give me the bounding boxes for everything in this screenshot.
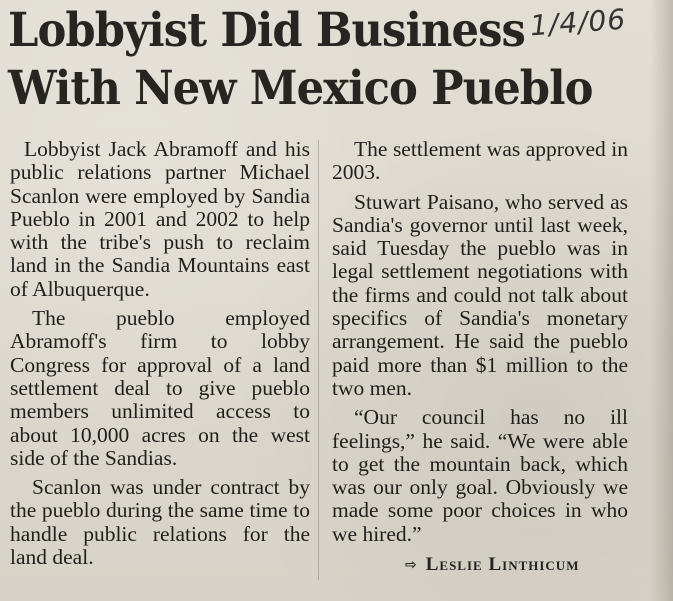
handwritten-date: 1/4/06 <box>528 2 628 43</box>
headline: Lobbyist Did Business With New Mexico Pu… <box>8 2 593 118</box>
paper-edge-shadow <box>650 0 673 601</box>
paragraph: “Our council has no ill feelings,” he sa… <box>332 405 628 546</box>
paragraph: Scanlon was under contract by the pueblo… <box>10 475 310 570</box>
column-divider <box>318 140 319 580</box>
paragraph: Stuwart Paisano, who served as Sandia's … <box>332 189 628 400</box>
paragraph: The pueblo employed Abramoff's firm to l… <box>10 306 310 470</box>
byline: ⇨ Leslie Linthicum <box>405 554 579 576</box>
headline-line-2: With New Mexico Pueblo <box>8 61 593 116</box>
article-column-left: Lobbyist Jack Abramoff and his public re… <box>10 137 310 575</box>
arrow-icon: ⇨ <box>405 557 418 573</box>
newspaper-clipping: Lobbyist Did Business With New Mexico Pu… <box>0 0 673 601</box>
paragraph: Lobbyist Jack Abramoff and his public re… <box>10 137 310 301</box>
paragraph: The settlement was approved in 2003. <box>332 137 628 185</box>
headline-line-1: Lobbyist Did Business <box>8 3 526 58</box>
author-name: Leslie Linthicum <box>425 554 580 575</box>
article-column-right: The settlement was approved in 2003. Stu… <box>332 137 628 552</box>
